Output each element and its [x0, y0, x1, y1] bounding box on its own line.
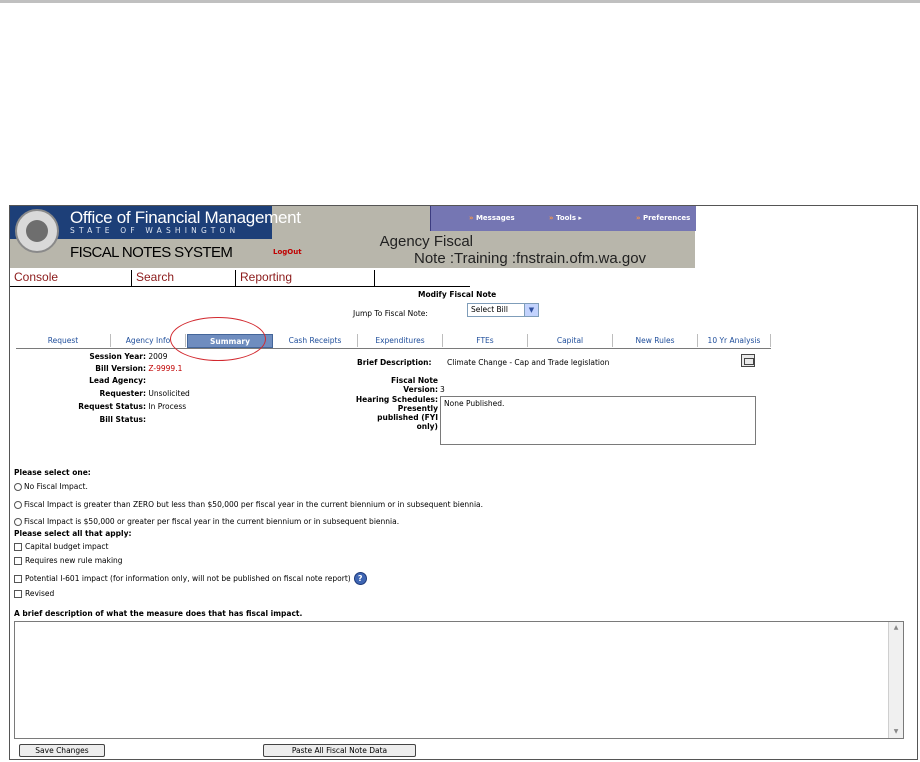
bill-status-row: Bill Status:	[99, 415, 146, 424]
check-new-rule-making[interactable]: Requires new rule making	[14, 556, 123, 565]
top-nav: » Messages » Tools ▸ » Preferences	[430, 206, 696, 231]
fiscal-note-version-value: 3	[440, 385, 445, 394]
chevron-down-icon[interactable]: ▼	[524, 304, 538, 316]
checkbox[interactable]	[14, 589, 22, 598]
main-menu: Console Search Reporting	[10, 270, 470, 286]
preferences-menu[interactable]: » Preferences	[636, 214, 690, 222]
tab-ftes[interactable]: FTEs	[443, 334, 528, 347]
system-title: FISCAL NOTES SYSTEM	[70, 244, 233, 261]
state-seal-icon	[15, 209, 59, 253]
save-changes-button[interactable]: Save Changes	[19, 744, 105, 757]
org-title: Office of Financial Management	[70, 208, 301, 227]
tools-menu[interactable]: » Tools ▸	[549, 214, 582, 222]
select-all-heading: Please select all that apply:	[14, 529, 132, 538]
checkbox[interactable]	[14, 574, 22, 583]
radio-button[interactable]	[14, 482, 22, 491]
hearing-schedules-box: None Published.	[440, 396, 756, 445]
bill-version-row: Bill Version: Z-9999.1	[95, 364, 183, 373]
app-window: Office of Financial Management STATE OF …	[9, 205, 918, 760]
requester-row: Requester: Unsolicited	[99, 389, 190, 398]
session-year-row: Session Year: 2009	[89, 352, 168, 361]
tab-cash-receipts[interactable]: Cash Receipts	[273, 334, 358, 347]
lead-agency-row: Lead Agency:	[89, 376, 146, 385]
tab-request[interactable]: Request	[16, 334, 111, 347]
fiscal-note-version-label: Fiscal Note Version:	[391, 376, 438, 394]
check-i601-impact[interactable]: Potential I-601 impact (for information …	[14, 572, 367, 585]
check-capital-budget[interactable]: Capital budget impact	[14, 542, 108, 551]
agency-title-line1: Agency Fiscal	[379, 233, 473, 250]
tab-bar: Request Agency Info Summary Cash Receipt…	[16, 334, 771, 349]
check-revised[interactable]: Revised	[14, 589, 54, 598]
checkbox[interactable]	[14, 556, 22, 565]
scrollbar[interactable]: ▲ ▼	[888, 622, 903, 738]
top-divider	[0, 0, 920, 3]
request-status-row: Request Status: In Process	[78, 402, 187, 411]
menu-search[interactable]: Search	[136, 270, 174, 284]
jump-to-fiscal-note-select[interactable]: Select Bill ▼	[467, 303, 539, 317]
radio-no-fiscal-impact[interactable]: No Fiscal Impact.	[14, 482, 88, 491]
radio-button[interactable]	[14, 517, 22, 526]
brief-description-value: Climate Change - Cap and Trade legislati…	[447, 358, 610, 367]
print-icon[interactable]	[741, 354, 755, 367]
scroll-down-icon[interactable]: ▼	[890, 727, 902, 737]
highlight-circle	[170, 317, 266, 361]
agency-title-line2: Note :Training :fnstrain.ofm.wa.gov	[414, 250, 647, 267]
menu-reporting[interactable]: Reporting	[240, 270, 292, 284]
page-title: Modify Fiscal Note	[418, 290, 497, 299]
scroll-up-icon[interactable]: ▲	[890, 623, 902, 633]
hearing-schedules-label: Hearing Schedules: Presently published (…	[355, 395, 438, 431]
tab-new-rules[interactable]: New Rules	[613, 334, 698, 347]
menu-underline	[10, 286, 470, 287]
radio-button[interactable]	[14, 500, 22, 509]
tab-capital[interactable]: Capital	[528, 334, 613, 347]
logout-link[interactable]: LogOut	[273, 248, 302, 256]
messages-menu[interactable]: » Messages	[469, 214, 515, 222]
header: Office of Financial Management STATE OF …	[10, 206, 696, 268]
brief-description-label: Brief Description:	[357, 358, 432, 367]
org-subtitle: STATE OF WASHINGTON	[70, 226, 240, 235]
menu-console[interactable]: Console	[14, 270, 58, 284]
paste-all-data-button[interactable]: Paste All Fiscal Note Data	[263, 744, 416, 757]
help-icon[interactable]: ?	[353, 572, 367, 585]
tab-expenditures[interactable]: Expenditures	[358, 334, 443, 347]
radio-impact-under-50k[interactable]: Fiscal Impact is greater than ZERO but l…	[14, 500, 483, 509]
radio-impact-over-50k[interactable]: Fiscal Impact is $50,000 or greater per …	[14, 517, 399, 526]
description-heading: A brief description of what the measure …	[14, 609, 303, 618]
jump-label: Jump To Fiscal Note:	[353, 309, 428, 318]
tab-10-yr-analysis[interactable]: 10 Yr Analysis	[698, 334, 771, 347]
checkbox[interactable]	[14, 542, 22, 551]
select-one-heading: Please select one:	[14, 468, 91, 477]
description-textarea[interactable]: ▲ ▼	[14, 621, 904, 739]
